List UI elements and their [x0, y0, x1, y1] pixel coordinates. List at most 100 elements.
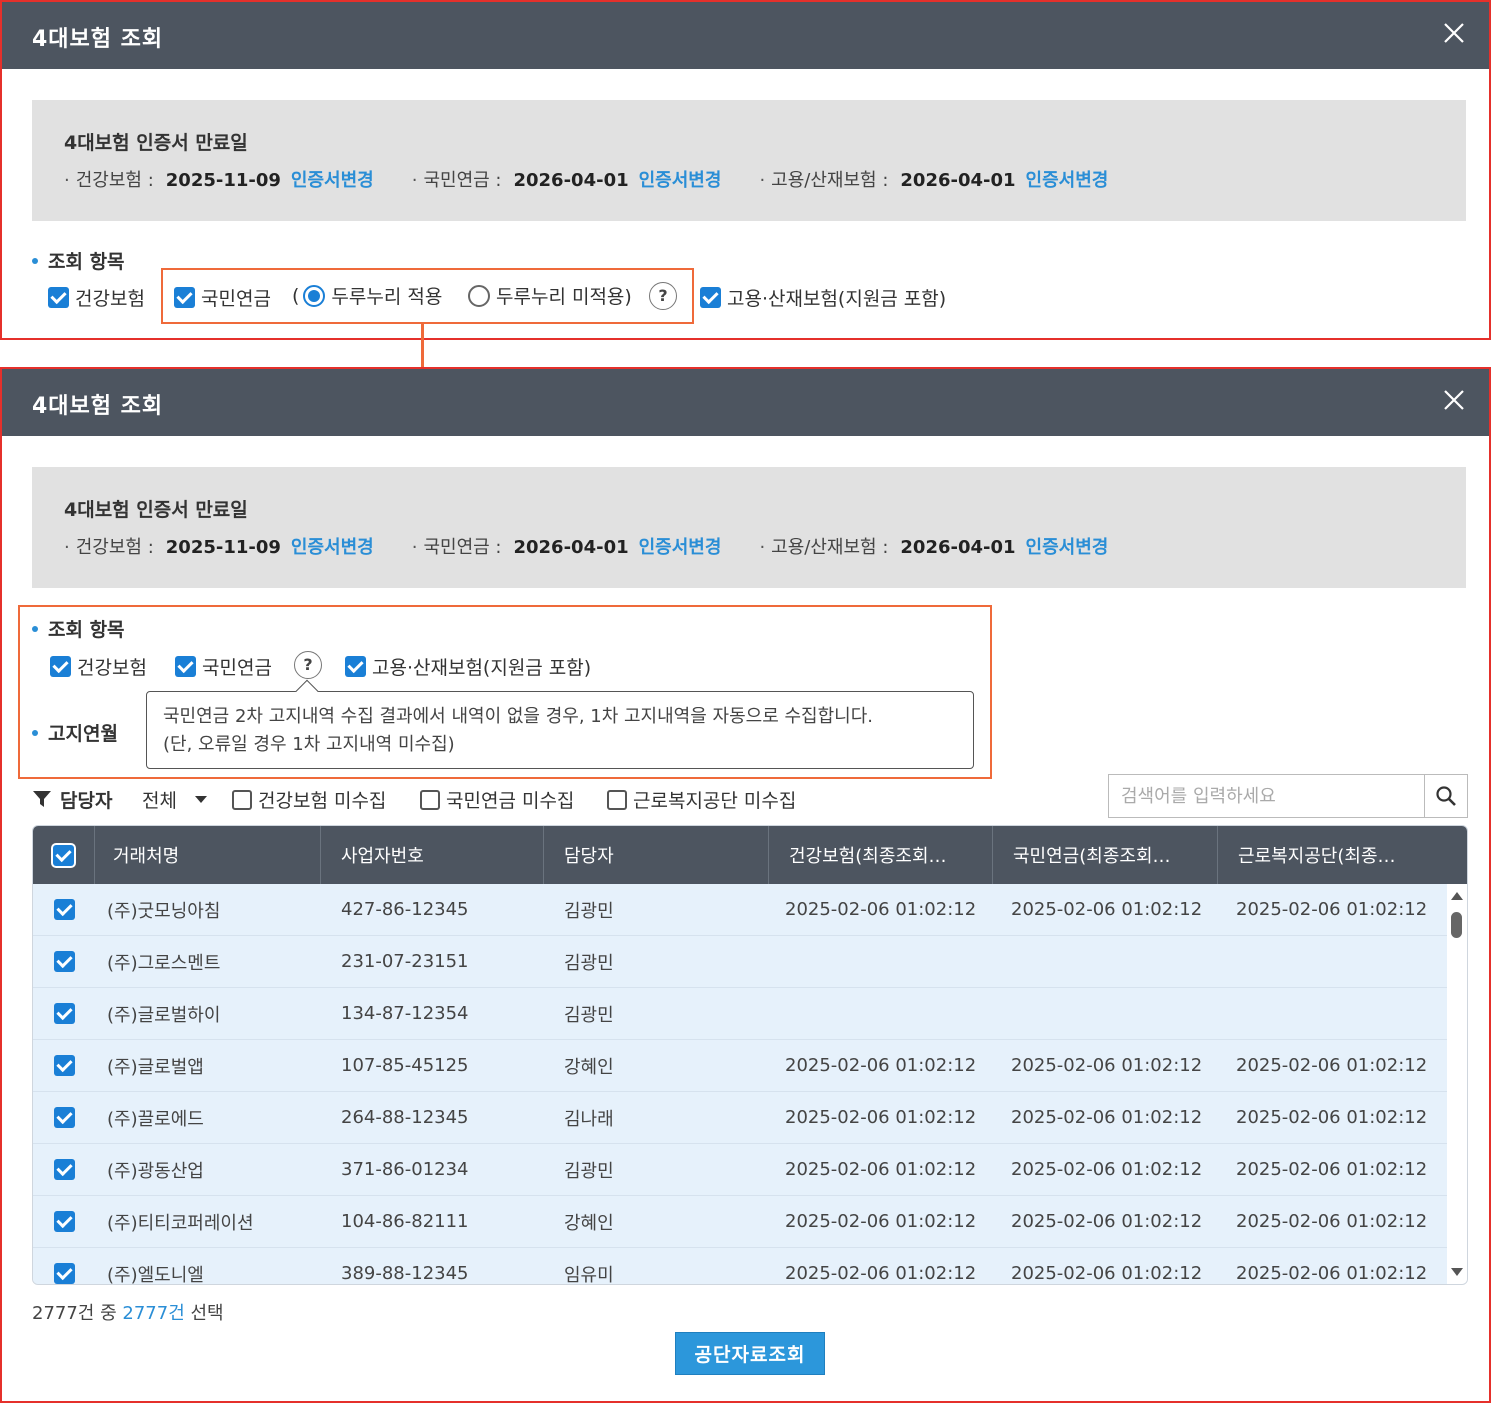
agency-data-query-button[interactable]: 공단자료조회 [675, 1332, 825, 1375]
scroll-thumb[interactable] [1451, 912, 1462, 938]
health-checkbox-option[interactable]: 건강보험 [48, 284, 145, 311]
health-query-time-cell: 2025-02-06 01:02:12 [785, 1263, 977, 1284]
radio-icon[interactable] [468, 284, 490, 307]
column-header-pension[interactable]: 국민연금(최종조회… [993, 826, 1218, 884]
row-select-cell [33, 988, 95, 1039]
column-header-manager[interactable]: 담당자 [544, 826, 769, 884]
health-query-time-cell: 2025-02-06 01:02:12 [785, 899, 977, 920]
durunuri-apply-label: 두루누리 적용 [331, 286, 443, 308]
scroll-down-icon[interactable] [1451, 1268, 1463, 1276]
checkbox-icon[interactable] [607, 789, 627, 810]
checkbox-icon[interactable] [50, 656, 71, 677]
employment-checkbox-option[interactable]: 고용·산재보험(지원금 포함) [345, 653, 591, 680]
change-cert-link[interactable]: 인증서변경 [1026, 533, 1109, 559]
health-checkbox-option[interactable]: 건강보험 [50, 653, 147, 680]
table-row[interactable]: (주)엘도니엘 389-88-12345 임유미 2025-02-06 01:02:1… [33, 1248, 1447, 1284]
checkbox-icon[interactable] [700, 287, 721, 308]
help-button-before[interactable]: ? [649, 282, 677, 310]
change-cert-link[interactable]: 인증서변경 [291, 166, 374, 192]
column-header-welfare[interactable]: 근로복지공단(최종… [1218, 826, 1441, 884]
checkbox-icon[interactable] [175, 656, 196, 677]
cert-item-health: · 건강보험 : 2025-11-09 인증서변경 [64, 533, 374, 559]
company-name-cell: (주)굿모닝아침 [107, 900, 221, 922]
cert-label: 국민연금 : [423, 537, 502, 558]
row-checkbox[interactable] [53, 899, 75, 920]
close-icon[interactable] [1441, 20, 1467, 46]
biz-number-cell: 389-88-12345 [341, 1263, 469, 1284]
pension-checkbox-label: 국민연금 [201, 288, 271, 310]
search-input[interactable] [1109, 775, 1424, 817]
pension-checkbox-option[interactable]: 국민연금 [175, 653, 272, 680]
table-row[interactable]: (주)그로스멘트 231-07-23151 김광민 [33, 936, 1447, 988]
table-row[interactable]: (주)굿모닝아침 427-86-12345 김광민 2025-02-06 01:02:… [33, 884, 1447, 936]
cert-label: 국민연금 : [423, 170, 502, 191]
row-checkbox[interactable] [53, 951, 75, 972]
grid-scrollbar[interactable] [1447, 884, 1467, 1284]
checkbox-icon[interactable] [420, 789, 440, 810]
close-icon[interactable] [1441, 387, 1467, 413]
row-checkbox[interactable] [53, 1003, 75, 1024]
pension-help-tooltip: 국민연금 2차 고지내역 수집 결과에서 내역이 없을 경우, 1차 고지내역을… [146, 679, 974, 769]
table-row[interactable]: (주)글로벌하이 134-87-12354 김광민 [33, 988, 1447, 1040]
health-uncollected-option[interactable]: 건강보험 미수집 [232, 786, 386, 813]
table-row[interactable]: (주)광동산업 371-86-01234 김광민 2025-02-06 01:02:1… [33, 1144, 1447, 1196]
help-button-after[interactable]: ? [294, 651, 322, 679]
table-row[interactable]: (주)글로벌앱 107-85-45125 강혜인 2025-02-06 01:02:1… [33, 1040, 1447, 1092]
durunuri-apply-option[interactable]: ( 두루누리 적용 [292, 282, 442, 309]
checkbox-icon[interactable] [48, 287, 69, 308]
search-button[interactable] [1424, 775, 1467, 817]
dialog-before: 4대보험 조회 4대보험 인증서 만료일 · 건강보험 : 2025-11-09… [0, 0, 1491, 340]
column-header-biz-number[interactable]: 사업자번호 [321, 826, 544, 884]
cert-date: 2026-04-01 [513, 170, 629, 191]
manager-select[interactable]: 전체 [142, 786, 207, 813]
pension-query-time-cell: 2025-02-06 01:02:12 [1011, 1211, 1203, 1232]
durunuri-not-apply-option[interactable]: 두루누리 미적용) [468, 282, 632, 309]
durunuri-not-apply-label: 두루누리 미적용) [496, 286, 632, 308]
row-checkbox[interactable] [53, 1263, 75, 1284]
summary-suffix: 선택 [190, 1303, 224, 1324]
checkbox-icon[interactable] [232, 789, 252, 810]
checkbox-icon[interactable] [345, 656, 366, 677]
row-checkbox[interactable] [53, 1211, 75, 1232]
employment-checkbox-option[interactable]: 고용·산재보험(지원금 포함) [700, 284, 946, 311]
change-cert-link[interactable]: 인증서변경 [639, 533, 722, 559]
cert-expiry-title: 4대보험 인증서 만료일 [64, 499, 248, 521]
select-all-checkbox[interactable] [53, 844, 74, 866]
row-checkbox[interactable] [53, 1159, 75, 1180]
row-checkbox[interactable] [53, 1055, 75, 1076]
cert-item-health: · 건강보험 : 2025-11-09 인증서변경 [64, 166, 374, 192]
welfare-query-time-cell: 2025-02-06 01:02:12 [1236, 1211, 1428, 1232]
row-select-cell [33, 1196, 95, 1247]
checkbox-icon[interactable] [174, 287, 195, 308]
help-icon[interactable]: ? [294, 651, 322, 679]
dialog-title-bar: 4대보험 조회 [2, 2, 1489, 69]
welfare-uncollected-option[interactable]: 근로복지공단 미수집 [607, 786, 796, 813]
health-query-time-cell [769, 936, 993, 987]
tooltip-line-2: (단, 오류일 경우 1차 고지내역 미수집) [163, 734, 455, 755]
biz-number-cell: 107-85-45125 [341, 1055, 469, 1076]
pension-query-time-cell: 2025-02-06 01:02:12 [1011, 1263, 1203, 1284]
change-cert-link[interactable]: 인증서변경 [291, 533, 374, 559]
table-row[interactable]: (주)끌로에드 264-88-12345 김나래 2025-02-06 01:02:1… [33, 1092, 1447, 1144]
scroll-up-icon[interactable] [1451, 892, 1463, 900]
cert-label: 건강보험 : [75, 537, 154, 558]
pension-checkbox-option[interactable]: 국민연금 [174, 284, 271, 311]
cert-item-pension: · 국민연금 : 2026-04-01 인증서변경 [412, 166, 722, 192]
cert-expiry-list: · 건강보험 : 2025-11-09 인증서변경 · 국민연금 : 2026-… [64, 166, 1146, 192]
manager-select-value: 전체 [142, 790, 177, 812]
row-checkbox[interactable] [53, 1107, 75, 1128]
column-header-company[interactable]: 거래처명 [95, 826, 321, 884]
employment-checkbox-label: 고용·산재보험(지원금 포함) [372, 657, 592, 679]
pension-uncollected-option[interactable]: 국민연금 미수집 [420, 786, 574, 813]
radio-icon[interactable] [303, 284, 326, 307]
column-header-health[interactable]: 건강보험(최종조회… [769, 826, 993, 884]
biz-number-cell: 231-07-23151 [341, 951, 469, 972]
change-cert-link[interactable]: 인증서변경 [639, 166, 722, 192]
cert-date: 2026-04-01 [900, 537, 1016, 558]
change-cert-link[interactable]: 인증서변경 [1026, 166, 1109, 192]
health-query-time-cell [769, 988, 993, 1039]
company-name-cell: (주)티티코퍼레이션 [107, 1212, 254, 1234]
welfare-query-time-cell: 2025-02-06 01:02:12 [1236, 1055, 1428, 1076]
table-row[interactable]: (주)티티코퍼레이션 104-86-82111 강혜인 2025-02-06 01:0… [33, 1196, 1447, 1248]
help-icon[interactable]: ? [649, 282, 677, 310]
